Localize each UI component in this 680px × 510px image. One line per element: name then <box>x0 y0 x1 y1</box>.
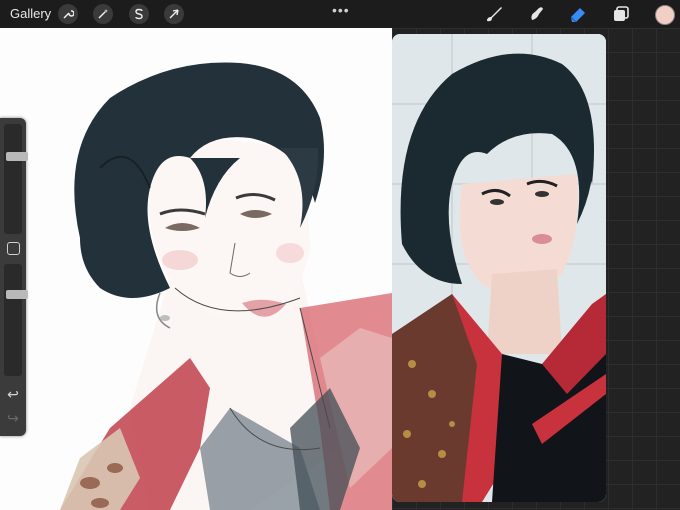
reference-photo <box>392 34 606 502</box>
reference-image-panel[interactable] <box>392 34 606 502</box>
modify-square-button[interactable] <box>7 242 20 255</box>
opacity-thumb[interactable] <box>6 290 28 299</box>
left-sidebar: ↩ ↪ <box>0 118 28 436</box>
wrench-icon[interactable] <box>58 4 78 24</box>
redo-button[interactable]: ↪ <box>5 410 21 426</box>
selection-s-icon[interactable] <box>129 4 149 24</box>
eraser-icon[interactable] <box>567 3 589 25</box>
brush-size-thumb[interactable] <box>6 152 28 161</box>
artwork-illustration <box>60 62 392 510</box>
more-options-dots[interactable]: ••• <box>332 2 350 18</box>
undo-button[interactable]: ↩ <box>5 386 21 402</box>
opacity-slider[interactable] <box>4 264 28 376</box>
brush-icon[interactable] <box>483 3 505 25</box>
transform-arrow-icon[interactable] <box>164 4 184 24</box>
top-toolbar: Gallery ••• <box>0 0 680 28</box>
gallery-button[interactable]: Gallery <box>10 6 51 21</box>
smudge-icon[interactable] <box>526 3 548 25</box>
layers-icon[interactable] <box>610 3 632 25</box>
drawing-canvas[interactable] <box>0 28 392 510</box>
magic-wand-icon[interactable] <box>93 4 113 24</box>
brush-size-slider[interactable] <box>4 124 28 234</box>
color-picker-swatch[interactable] <box>655 5 675 25</box>
